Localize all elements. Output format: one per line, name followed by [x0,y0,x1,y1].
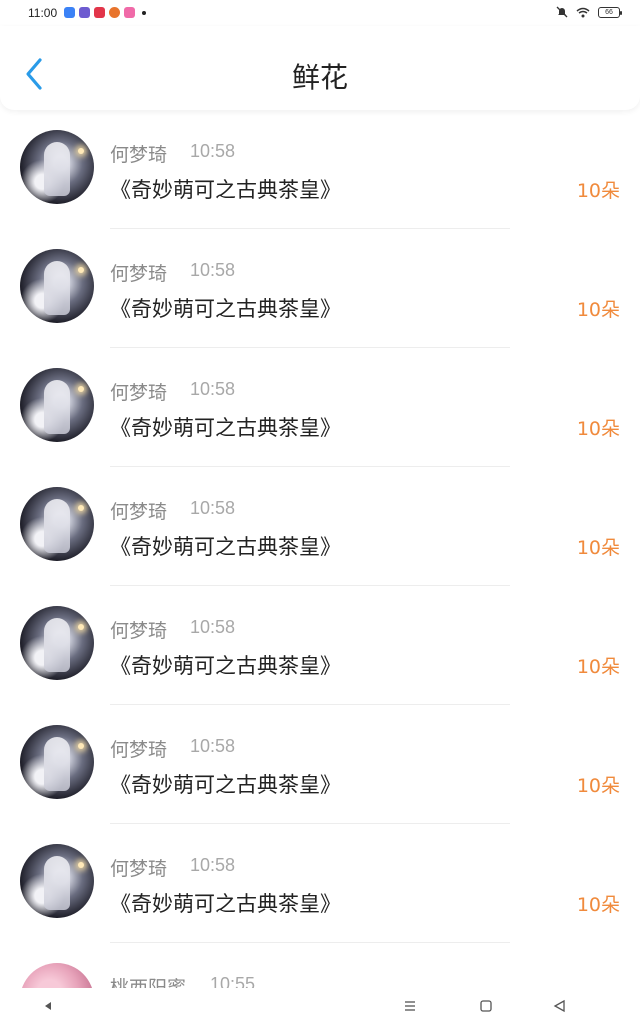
gift-time: 10:58 [190,617,236,637]
app-header: 鲜花 [0,26,640,110]
gift-time: 10:58 [190,379,236,399]
list-item[interactable]: 何梦琦 10:58 《奇妙萌可之古典茶皇》 10朵 [0,348,640,467]
sender-name: 何梦琦 [110,858,168,880]
back-triangle-icon [45,1002,51,1010]
gift-time: 10:58 [190,141,236,161]
app-pink-icon [124,7,135,18]
flower-count: 10朵 [576,299,620,321]
sender-name: 何梦琦 [110,620,168,642]
avatar[interactable] [20,368,94,442]
book-title: 《奇妙萌可之古典茶皇》 [110,416,341,440]
book-title: 《奇妙萌可之古典茶皇》 [110,297,341,321]
flower-count: 10朵 [576,537,620,559]
list-item[interactable]: 何梦琦 10:58 《奇妙萌可之古典茶皇》 10朵 [0,467,640,586]
book-title: 《奇妙萌可之古典茶皇》 [110,892,341,916]
app-red-icon [94,7,105,18]
sender-name: 何梦琦 [110,382,168,404]
book-title: 《奇妙萌可之古典茶皇》 [110,654,341,678]
avatar[interactable] [20,963,94,988]
sender-name: 何梦琦 [110,263,168,285]
list-item[interactable]: 何梦琦 10:58 《奇妙萌可之古典茶皇》 10朵 [0,824,640,943]
list-item[interactable]: 何梦琦 10:58 《奇妙萌可之古典茶皇》 10朵 [0,229,640,348]
flower-gift-list[interactable]: 何梦琦 10:58 《奇妙萌可之古典茶皇》 10朵 何梦琦 10:58 《奇妙萌… [0,110,640,988]
list-item[interactable]: 何梦琦 10:58 《奇妙萌可之古典茶皇》 10朵 [0,586,640,705]
gift-time: 10:58 [190,855,236,875]
app-blue-icon [64,7,75,18]
flower-count: 10朵 [576,418,620,440]
sender-name: 何梦琦 [110,739,168,761]
book-title: 《奇妙萌可之古典茶皇》 [110,773,341,797]
book-title: 《奇妙萌可之古典茶皇》 [110,178,341,202]
battery-icon: 66 [598,6,622,18]
nav-recent-button[interactable] [550,996,570,1016]
system-nav-bar [0,988,640,1024]
book-title: 《奇妙萌可之古典茶皇》 [110,535,341,559]
app-purple-icon [79,7,90,18]
avatar[interactable] [20,130,94,204]
avatar[interactable] [20,249,94,323]
notification-icons [64,7,146,18]
home-square-icon [480,1000,492,1012]
list-item[interactable]: 何梦琦 10:58 《奇妙萌可之古典茶皇》 10朵 [0,705,640,824]
app-orange-icon [109,7,120,18]
list-item[interactable]: 桃西阳蜜 10:55 [0,943,640,988]
flower-count: 10朵 [576,775,620,797]
nav-back-button[interactable] [38,996,58,1016]
avatar[interactable] [20,487,94,561]
avatar[interactable] [20,844,94,918]
gift-time: 10:55 [210,974,256,988]
gift-time: 10:58 [190,736,236,756]
mute-bell-icon [556,6,568,18]
recent-triangle-icon [553,999,565,1013]
avatar[interactable] [20,606,94,680]
wifi-icon [576,7,590,17]
flower-count: 10朵 [576,894,620,916]
gift-time: 10:58 [190,260,236,280]
status-indicators: 66 [556,6,622,18]
avatar[interactable] [20,725,94,799]
menu-icon [405,1001,415,1011]
sender-name: 桃西阳蜜 [110,977,187,988]
page-title: 鲜花 [291,61,348,94]
status-time: 11:00 [28,6,58,20]
status-bar: 11:00 66 [0,0,640,26]
gift-time: 10:58 [190,498,236,518]
more-notifications-icon [142,10,146,15]
list-item[interactable]: 何梦琦 10:58 《奇妙萌可之古典茶皇》 10朵 [0,110,640,229]
nav-menu-button[interactable] [400,996,420,1016]
nav-home-button[interactable] [476,996,496,1016]
flower-count: 10朵 [576,656,620,678]
sender-name: 何梦琦 [110,144,168,166]
sender-name: 何梦琦 [110,501,168,523]
flower-count: 10朵 [576,180,620,202]
